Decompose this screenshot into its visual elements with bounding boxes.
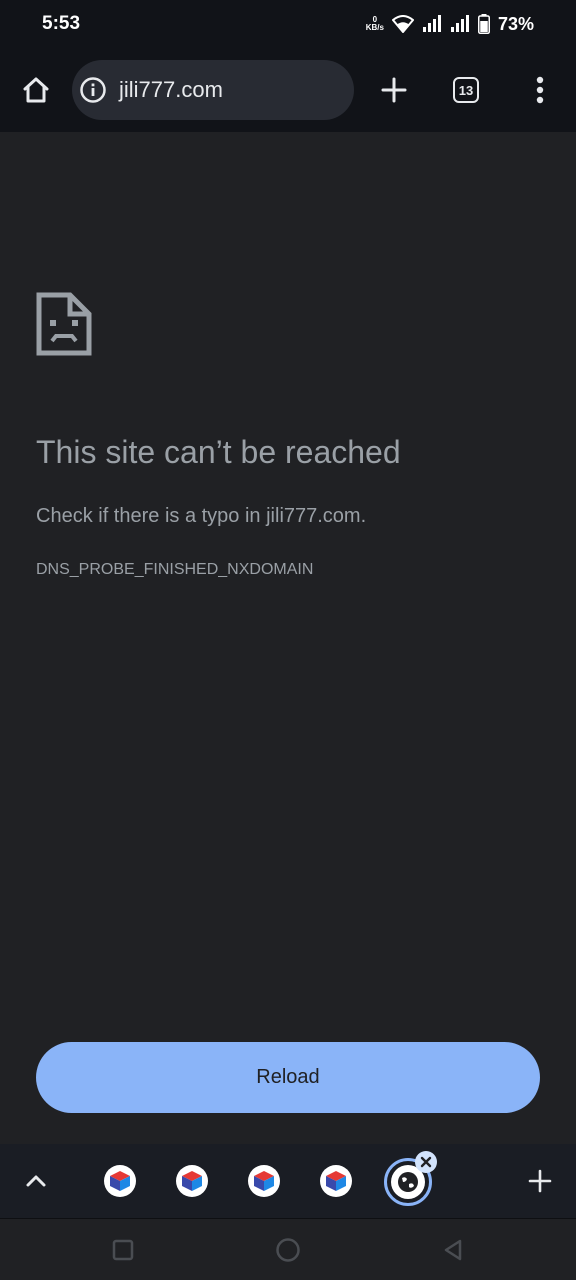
sad-page-icon bbox=[36, 292, 92, 356]
chevron-up-icon bbox=[26, 1175, 46, 1187]
site-info-icon[interactable] bbox=[79, 76, 107, 104]
error-title: This site can’t be reached bbox=[36, 434, 401, 470]
network-speed-unit: KB/s bbox=[365, 23, 384, 32]
signal-icon-sim2 bbox=[450, 15, 469, 32]
url-text: jili777.com bbox=[119, 77, 223, 102]
battery-percent: 73% bbox=[497, 13, 534, 34]
new-tab-button[interactable] bbox=[376, 72, 412, 108]
home-button[interactable] bbox=[18, 72, 54, 108]
status-icons: 0 KB/s 73% bbox=[366, 12, 534, 36]
expand-tab-strip-button[interactable] bbox=[22, 1167, 50, 1195]
wifi-icon bbox=[391, 15, 414, 33]
browser-screen: 5:53 0 KB/s 73% jili777.com 13 This site… bbox=[0, 0, 576, 1280]
system-nav-bar bbox=[0, 1218, 576, 1280]
error-code: DNS_PROBE_FINISHED_NXDOMAIN bbox=[36, 561, 314, 578]
home-icon bbox=[23, 77, 49, 103]
plus-icon bbox=[528, 1169, 552, 1193]
more-vert-icon bbox=[536, 76, 544, 104]
tab-item[interactable] bbox=[104, 1165, 136, 1197]
browser-toolbar: jili777.com 13 bbox=[0, 50, 576, 132]
menu-button[interactable] bbox=[522, 72, 558, 108]
recents-button[interactable] bbox=[110, 1237, 136, 1263]
signal-icon-sim1 bbox=[422, 15, 441, 32]
status-bar: 5:53 0 KB/s 73% bbox=[0, 0, 576, 50]
circle-icon bbox=[276, 1238, 300, 1262]
error-suggestion: Check if there is a typo in jili777.com. bbox=[36, 505, 367, 527]
cube-favicon-icon bbox=[182, 1171, 202, 1191]
tab-item[interactable] bbox=[248, 1165, 280, 1197]
tab-strip bbox=[0, 1144, 576, 1218]
battery-icon bbox=[477, 14, 490, 34]
cube-favicon-icon bbox=[254, 1171, 274, 1191]
cube-favicon-icon bbox=[326, 1171, 346, 1191]
status-time: 5:53 bbox=[42, 13, 81, 34]
globe-favicon-icon bbox=[398, 1172, 418, 1192]
tab-item[interactable] bbox=[176, 1165, 208, 1197]
home-nav-button[interactable] bbox=[275, 1237, 301, 1263]
tab-switcher-button[interactable]: 13 bbox=[453, 77, 479, 103]
square-icon bbox=[112, 1239, 134, 1261]
tab-strip-add-button[interactable] bbox=[526, 1167, 554, 1195]
reload-button[interactable]: Reload bbox=[36, 1042, 540, 1113]
cube-favicon-icon bbox=[110, 1171, 130, 1191]
network-speed: 0 KB/s bbox=[366, 16, 384, 32]
back-triangle-icon bbox=[444, 1239, 462, 1261]
tab-item[interactable] bbox=[320, 1165, 352, 1197]
back-button[interactable] bbox=[440, 1237, 466, 1263]
address-bar[interactable]: jili777.com bbox=[72, 60, 354, 120]
close-icon bbox=[420, 1156, 432, 1168]
plus-icon bbox=[381, 77, 407, 103]
close-tab-button[interactable] bbox=[415, 1151, 437, 1173]
